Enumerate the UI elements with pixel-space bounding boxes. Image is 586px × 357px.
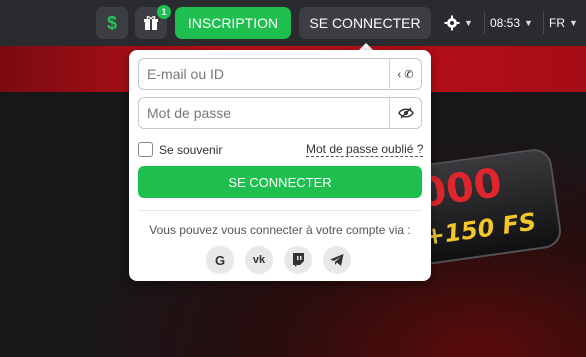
- vk-login-button[interactable]: vk: [245, 246, 273, 274]
- phone-toggle-button[interactable]: ‹ ✆: [389, 59, 421, 89]
- chevron-down-icon: ▼: [464, 18, 473, 28]
- google-login-button[interactable]: G: [206, 246, 234, 274]
- login-button[interactable]: SE CONNECTER: [299, 7, 431, 39]
- wallet-button[interactable]: $: [96, 7, 128, 39]
- email-field[interactable]: ‹ ✆: [138, 58, 422, 90]
- remember-me[interactable]: Se souvenir: [138, 142, 222, 157]
- password-input[interactable]: [139, 98, 389, 128]
- gift-icon: [144, 16, 158, 30]
- twitch-login-button[interactable]: [284, 246, 312, 274]
- vk-icon: vk: [252, 254, 266, 266]
- telegram-icon: [330, 254, 344, 266]
- phone-switch-icon: ‹ ✆: [397, 68, 414, 81]
- gift-button[interactable]: 1: [135, 5, 171, 39]
- inscription-button[interactable]: INSCRIPTION: [175, 7, 291, 39]
- divider: [138, 210, 422, 211]
- chevron-down-icon: ▼: [569, 18, 578, 28]
- language-label: FR: [549, 16, 565, 30]
- gear-icon: [444, 15, 460, 31]
- submit-login-button[interactable]: SE CONNECTER: [138, 166, 422, 198]
- social-login-text: Vous pouvez vous connecter à votre compt…: [149, 223, 411, 237]
- language-select[interactable]: FR ▼: [549, 12, 578, 34]
- settings-menu[interactable]: ▼: [444, 12, 473, 34]
- clock-menu[interactable]: 08:53 ▼: [490, 12, 533, 34]
- divider: [484, 12, 485, 34]
- forgot-password-link[interactable]: Mot de passe oublié ?: [306, 142, 424, 157]
- remember-checkbox[interactable]: [138, 142, 153, 157]
- remember-label: Se souvenir: [159, 142, 223, 157]
- telegram-login-button[interactable]: [323, 246, 351, 274]
- gift-count-badge: 1: [157, 5, 171, 19]
- clock-time: 08:53: [490, 16, 521, 30]
- show-password-button[interactable]: [389, 98, 421, 128]
- chevron-down-icon: ▼: [524, 18, 533, 28]
- google-icon: G: [214, 252, 226, 268]
- dollar-icon: $: [106, 12, 117, 33]
- eye-slash-icon: [397, 107, 414, 119]
- login-popup: ‹ ✆ Se souvenir Mot de passe oublié ? SE…: [129, 50, 431, 281]
- divider: [543, 12, 544, 34]
- email-input[interactable]: [139, 59, 389, 89]
- twitch-icon: [292, 253, 304, 267]
- top-header: $ 1 INSCRIPTION SE CONNECTER ▼ 08:53 ▼ F…: [0, 0, 586, 46]
- social-login-buttons: G vk: [206, 246, 351, 274]
- password-field[interactable]: [138, 97, 422, 129]
